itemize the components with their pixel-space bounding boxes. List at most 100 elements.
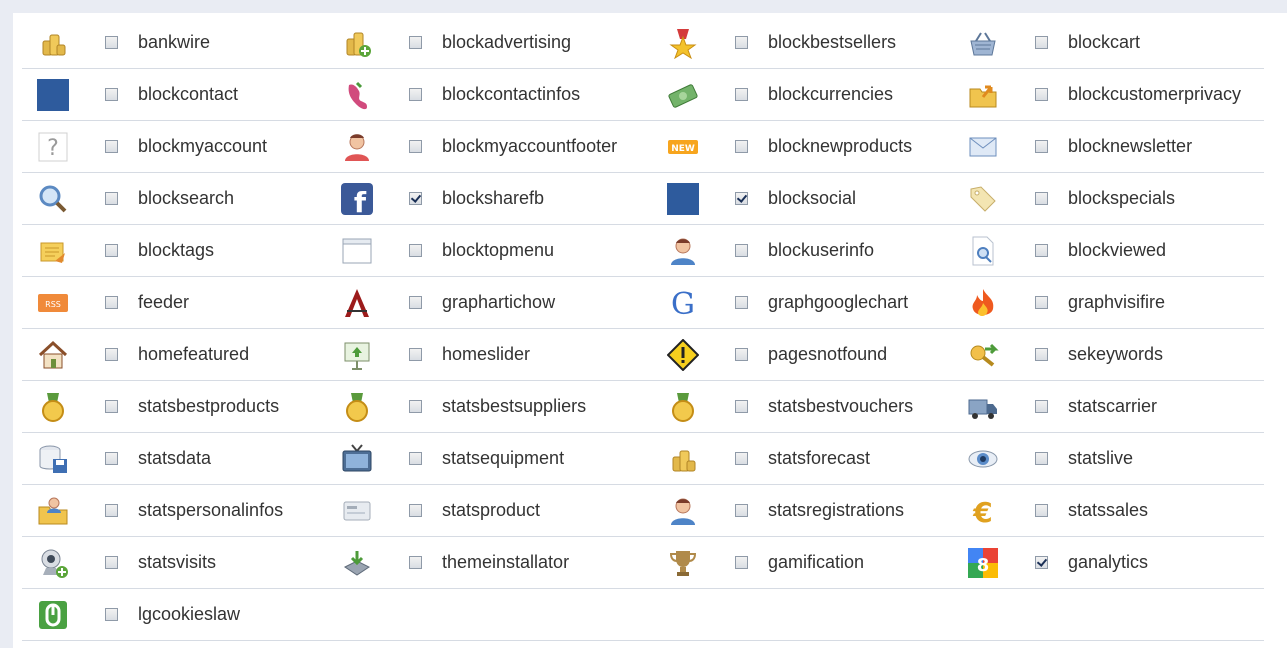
blockcurrencies-checkbox[interactable]	[734, 87, 748, 101]
blocktags-checkbox[interactable]	[104, 243, 118, 257]
rss-icon: RSS	[37, 287, 69, 319]
module-checkbox-cell	[388, 381, 442, 433]
statsbestsuppliers-checkbox[interactable]	[408, 399, 422, 413]
blockcontactinfos-checkbox[interactable]	[408, 87, 422, 101]
coins-icon	[37, 27, 69, 59]
ganalytics-checkbox[interactable]	[1034, 555, 1048, 569]
blockbestsellers-checkbox[interactable]	[734, 35, 748, 49]
module-icon-cell	[652, 485, 714, 537]
blockmyaccount-checkbox[interactable]	[104, 139, 118, 153]
blockadvertising-checkbox[interactable]	[408, 35, 422, 49]
module-checkbox-cell	[1014, 537, 1068, 589]
database-save-icon	[37, 443, 69, 475]
module-icon-cell	[22, 17, 84, 69]
module-checkbox-cell	[714, 537, 768, 589]
module-name: blockspecials	[1068, 173, 1264, 225]
module-name: graphgooglechart	[768, 277, 948, 329]
sekeywords-checkbox[interactable]	[1034, 347, 1048, 361]
homefeatured-checkbox[interactable]	[104, 347, 118, 361]
module-name: blockcart	[1068, 17, 1264, 69]
module-checkbox-cell	[714, 173, 768, 225]
svg-text:G: G	[671, 287, 695, 319]
truck-icon	[967, 391, 999, 423]
blockcustomerprivacy-checkbox[interactable]	[1034, 87, 1048, 101]
feeder-checkbox[interactable]	[104, 295, 118, 309]
blocksearch-checkbox[interactable]	[104, 191, 118, 205]
statsbestproducts-checkbox[interactable]	[104, 399, 118, 413]
module-name: themeinstallator	[442, 537, 648, 589]
statslive-checkbox[interactable]	[1034, 451, 1048, 465]
cookie-icon	[37, 599, 69, 631]
module-name: blockcontact	[138, 69, 322, 121]
module-row: blocksearch f blocksharefb blocksocial block…	[22, 173, 1264, 225]
module-icon-cell	[326, 433, 388, 485]
module-icon-cell	[326, 121, 388, 173]
pagesnotfound-checkbox[interactable]	[734, 347, 748, 361]
homeslider-checkbox[interactable]	[408, 347, 422, 361]
blocksocial-checkbox[interactable]	[734, 191, 748, 205]
module-checkbox-cell	[1014, 277, 1068, 329]
module-checkbox-cell	[84, 121, 138, 173]
module-checkbox-cell	[84, 537, 138, 589]
graphgooglechart-checkbox[interactable]	[734, 295, 748, 309]
module-checkbox-cell	[1014, 173, 1068, 225]
blockcontact-checkbox[interactable]	[104, 87, 118, 101]
module-icon-cell	[326, 17, 388, 69]
module-icon-cell	[22, 433, 84, 485]
blockspecials-checkbox[interactable]	[1034, 191, 1048, 205]
empty-cell	[952, 589, 1014, 641]
tag-note-icon	[37, 235, 69, 267]
module-icon-cell	[952, 69, 1014, 121]
statsproduct-checkbox[interactable]	[408, 503, 422, 517]
blockuserinfo-checkbox[interactable]	[734, 243, 748, 257]
empty-cell	[652, 589, 714, 641]
module-checkbox-cell	[388, 485, 442, 537]
themeinstallator-checkbox[interactable]	[408, 555, 422, 569]
module-name: blocktopmenu	[442, 225, 648, 277]
modules-table: bankwire blockadvertising blockbestsellers…	[22, 17, 1264, 641]
card-icon	[341, 495, 373, 527]
module-name: feeder	[138, 277, 322, 329]
module-row: bankwire blockadvertising blockbestsellers…	[22, 17, 1264, 69]
empty-cell	[442, 589, 648, 641]
module-name: statsproduct	[442, 485, 648, 537]
tv-icon	[341, 443, 373, 475]
module-name: statsbestproducts	[138, 381, 322, 433]
module-checkbox-cell	[714, 381, 768, 433]
module-row: RSS feeder graphartichow Ggraphgooglechart g…	[22, 277, 1264, 329]
statsbestvouchers-checkbox[interactable]	[734, 399, 748, 413]
statspersonalinfos-checkbox[interactable]	[104, 503, 118, 517]
statsregistrations-checkbox[interactable]	[734, 503, 748, 517]
statsdata-checkbox[interactable]	[104, 451, 118, 465]
module-icon-cell	[952, 173, 1014, 225]
blocknewproducts-checkbox[interactable]	[734, 139, 748, 153]
blockmyaccountfooter-checkbox[interactable]	[408, 139, 422, 153]
statssales-checkbox[interactable]	[1034, 503, 1048, 517]
module-name: homefeatured	[138, 329, 322, 381]
euro-icon: €	[967, 495, 999, 527]
blockviewed-checkbox[interactable]	[1034, 243, 1048, 257]
blockcart-checkbox[interactable]	[1034, 35, 1048, 49]
module-icon-cell	[952, 381, 1014, 433]
user-icon	[341, 131, 373, 163]
statscarrier-checkbox[interactable]	[1034, 399, 1048, 413]
module-name: blocknewproducts	[768, 121, 948, 173]
gamification-checkbox[interactable]	[734, 555, 748, 569]
fire-icon	[967, 287, 999, 319]
blocktopmenu-checkbox[interactable]	[408, 243, 422, 257]
window-icon	[341, 235, 373, 267]
svg-text:8: 8	[977, 555, 990, 576]
module-checkbox-cell	[1014, 121, 1068, 173]
blocksharefb-checkbox[interactable]	[408, 191, 422, 205]
graphartichow-checkbox[interactable]	[408, 295, 422, 309]
lgcookieslaw-checkbox[interactable]	[104, 607, 118, 621]
statsforecast-checkbox[interactable]	[734, 451, 748, 465]
blocknewsletter-checkbox[interactable]	[1034, 139, 1048, 153]
bankwire-checkbox[interactable]	[104, 35, 118, 49]
module-icon-cell	[22, 381, 84, 433]
magnifier-icon	[37, 183, 69, 215]
module-name: statspersonalinfos	[138, 485, 322, 537]
statsequipment-checkbox[interactable]	[408, 451, 422, 465]
graphvisifire-checkbox[interactable]	[1034, 295, 1048, 309]
statsvisits-checkbox[interactable]	[104, 555, 118, 569]
